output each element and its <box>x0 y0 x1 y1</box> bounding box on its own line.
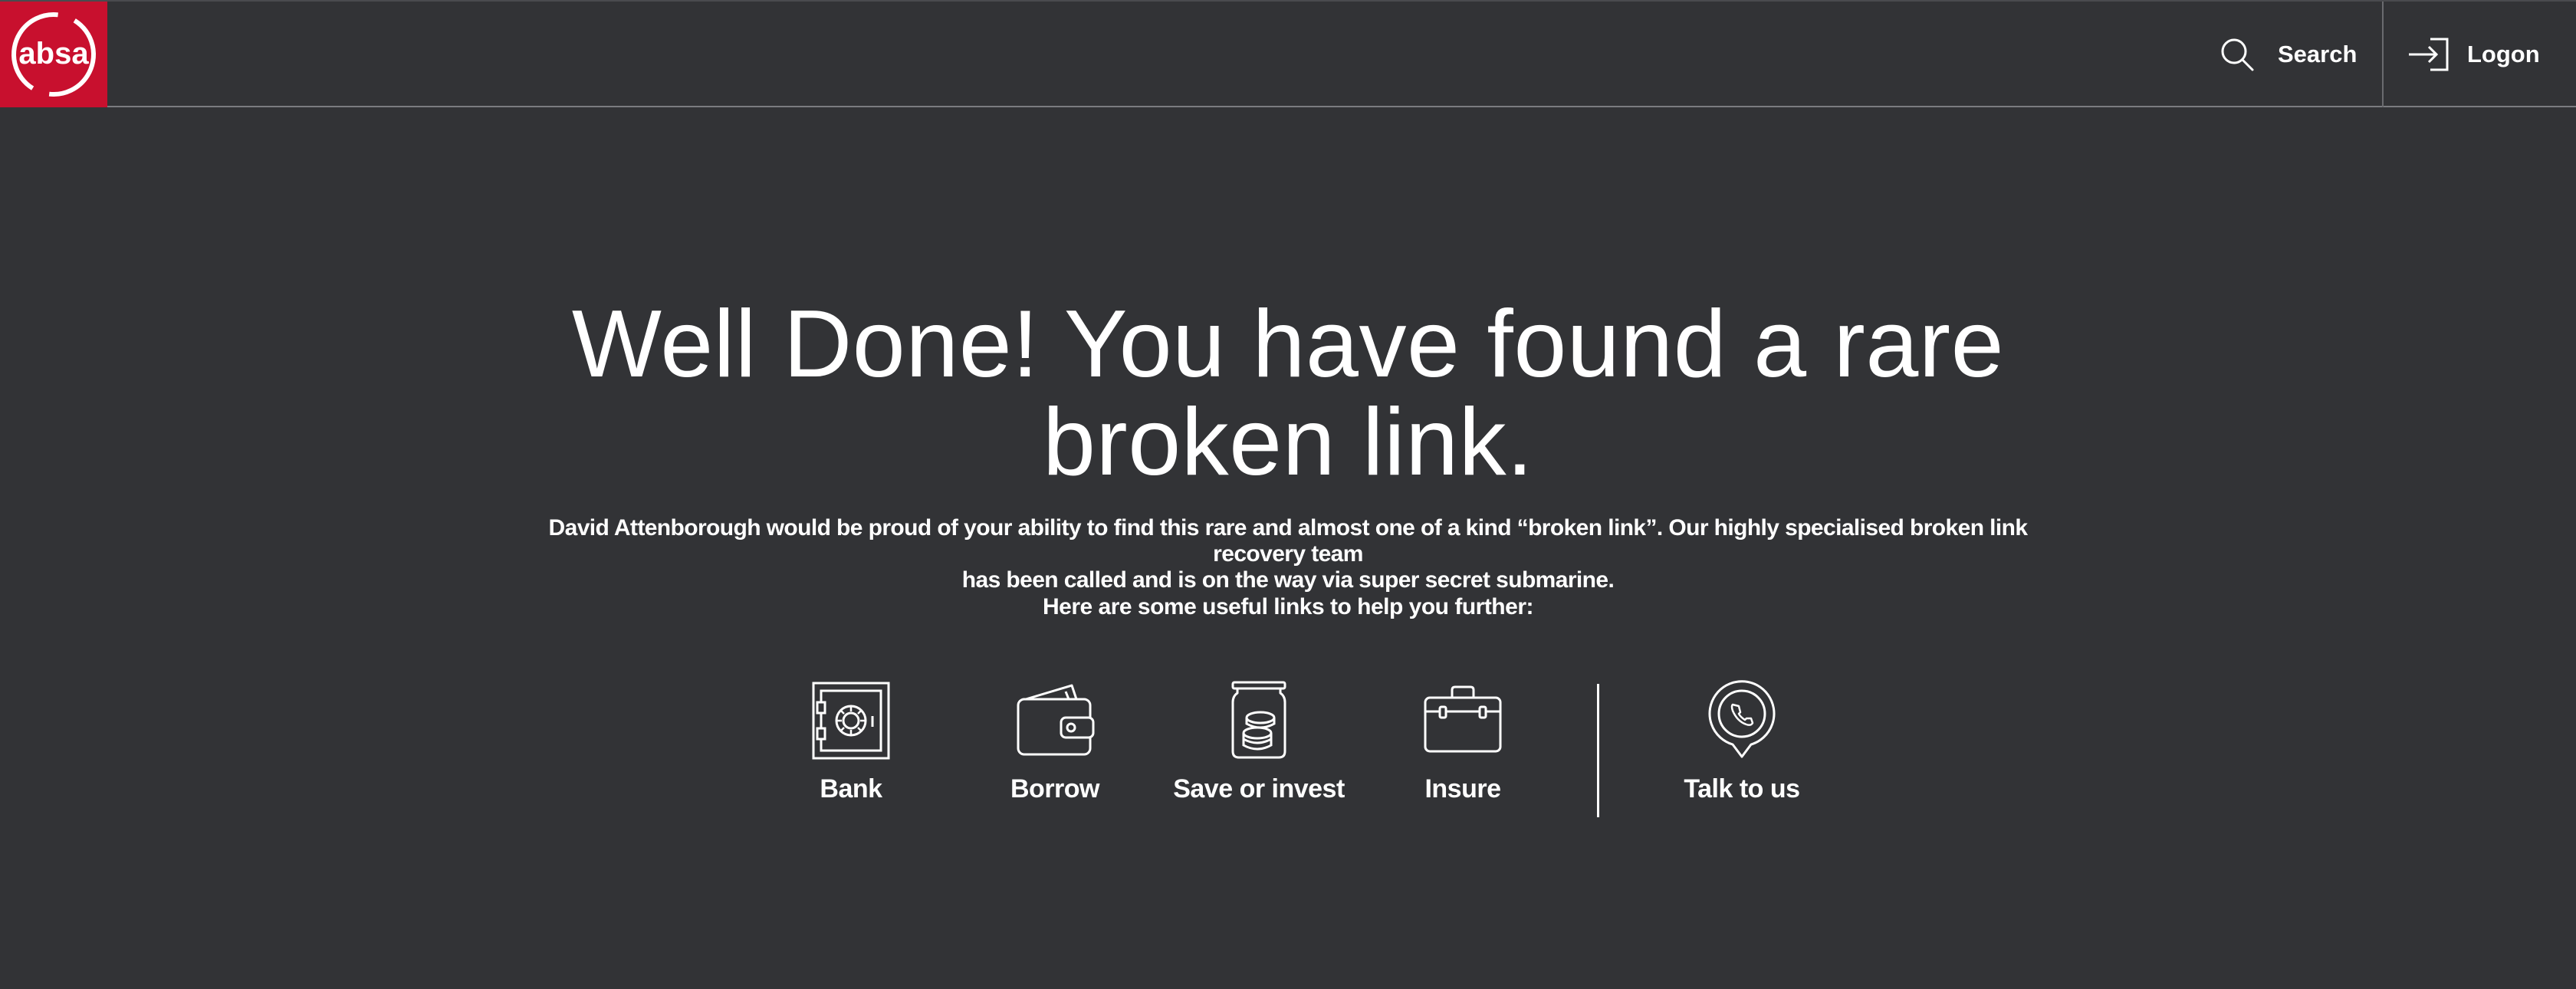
quick-link-borrow[interactable]: Borrow <box>963 681 1147 811</box>
body-description: David Attenborough would be proud of you… <box>521 515 2055 593</box>
headline-line-1: Well Done! You have found a rare <box>571 291 2005 397</box>
safe-icon <box>812 682 890 760</box>
links-intro: Here are some useful links to help you f… <box>1043 594 1534 619</box>
body-line-1: David Attenborough would be proud of you… <box>548 515 2028 567</box>
headline-line-2: broken link. <box>1042 389 1534 495</box>
header-divider <box>2382 2 2384 107</box>
logon-button[interactable]: Logon <box>2407 2 2540 107</box>
briefcase-icon <box>1424 685 1502 753</box>
quick-link-insure[interactable]: Insure <box>1371 681 1555 811</box>
logo-wordmark: absa <box>18 37 89 71</box>
quick-link-label: Bank <box>820 774 882 803</box>
quick-link-save-or-invest[interactable]: Save or invest <box>1167 681 1351 811</box>
quick-link-label: Save or invest <box>1173 774 1345 803</box>
login-arrow-icon <box>2409 38 2449 71</box>
search-icon <box>2221 38 2254 71</box>
body-line-2: has been called and is on the way via su… <box>961 567 1615 593</box>
quick-link-bank[interactable]: Bank <box>759 681 943 811</box>
search-button[interactable]: Search <box>2220 2 2357 107</box>
quick-link-label: Talk to us <box>1684 774 1800 803</box>
absa-logo[interactable]: absa <box>0 2 107 107</box>
absa-logo-mark: absa <box>12 12 96 97</box>
site-header: absa Search Logon <box>0 0 2576 107</box>
search-label: Search <box>2278 41 2358 67</box>
wallet-icon <box>1017 684 1095 756</box>
coin-jar-icon <box>1231 681 1286 759</box>
phone-pin-icon <box>1708 680 1776 758</box>
links-divider <box>1597 684 1599 817</box>
page-headline: Well Done! You have found a rare broken … <box>0 295 2576 491</box>
quick-link-talk-to-us[interactable]: Talk to us <box>1650 680 1834 811</box>
logon-label: Logon <box>2467 41 2540 67</box>
quick-link-label: Borrow <box>1010 774 1100 803</box>
quick-link-label: Insure <box>1424 774 1501 803</box>
